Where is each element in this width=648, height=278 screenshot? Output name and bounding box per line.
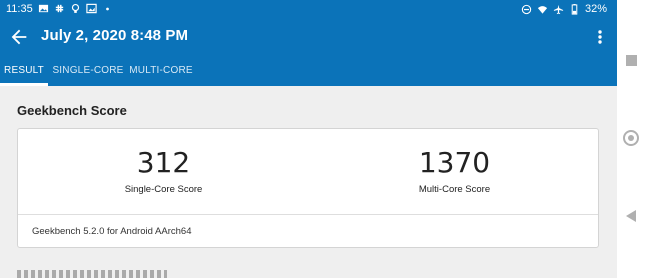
version-info: Geekbench 5.2.0 for Android AArch64 <box>32 226 192 237</box>
wifi-icon <box>537 5 548 14</box>
battery-icon <box>571 3 578 15</box>
status-bar: 11:35 32% <box>0 0 617 19</box>
multi-core-score-label: Multi-Core Score <box>418 184 491 195</box>
page-title: July 2, 2020 8:48 PM <box>41 27 189 44</box>
navigation-bar <box>617 0 648 278</box>
score-card: 312 Single-Core Score 1370 Multi-Core Sc… <box>17 128 599 248</box>
more-vert-icon[interactable] <box>591 27 609 47</box>
do-not-disturb-icon <box>521 4 532 14</box>
active-tab-indicator <box>0 83 48 86</box>
app-bar: July 2, 2020 8:48 PM <box>0 19 617 56</box>
cropped-next-section <box>17 270 167 278</box>
photo-icon <box>86 3 97 14</box>
airplane-icon <box>553 4 564 14</box>
notification-icons <box>38 3 113 14</box>
image-icon <box>38 4 49 13</box>
system-icons: 32% <box>521 3 607 15</box>
battery-percent: 32% <box>584 3 607 15</box>
single-core-score-value: 312 <box>136 146 191 179</box>
back-triangle-icon[interactable] <box>626 210 636 222</box>
tab-bar: RESULT SINGLE-CORE MULTI-CORE <box>0 56 617 86</box>
multi-core-score-block: 1370 Multi-Core Score <box>309 129 600 214</box>
home-circle-icon[interactable] <box>623 130 639 146</box>
phone-screen: 11:35 32% July 2, 2020 8:48 PM RESULT SI… <box>0 0 617 278</box>
bulb-icon <box>71 3 80 13</box>
section-title: Geekbench Score <box>17 103 127 118</box>
single-core-score-label: Single-Core Score <box>124 184 203 195</box>
card-divider <box>18 214 598 215</box>
slack-icon <box>55 4 64 13</box>
multi-core-score-value: 1370 <box>418 146 491 179</box>
single-core-score-block: 312 Single-Core Score <box>18 129 309 214</box>
tab-multi-core[interactable]: MULTI-CORE <box>128 56 194 86</box>
dot-icon <box>106 7 109 11</box>
tab-result[interactable]: RESULT <box>0 56 48 86</box>
arrow-left-icon[interactable] <box>8 26 30 48</box>
status-time: 11:35 <box>6 3 33 15</box>
recents-square-icon[interactable] <box>626 55 637 66</box>
tab-single-core[interactable]: SINGLE-CORE <box>52 56 124 86</box>
